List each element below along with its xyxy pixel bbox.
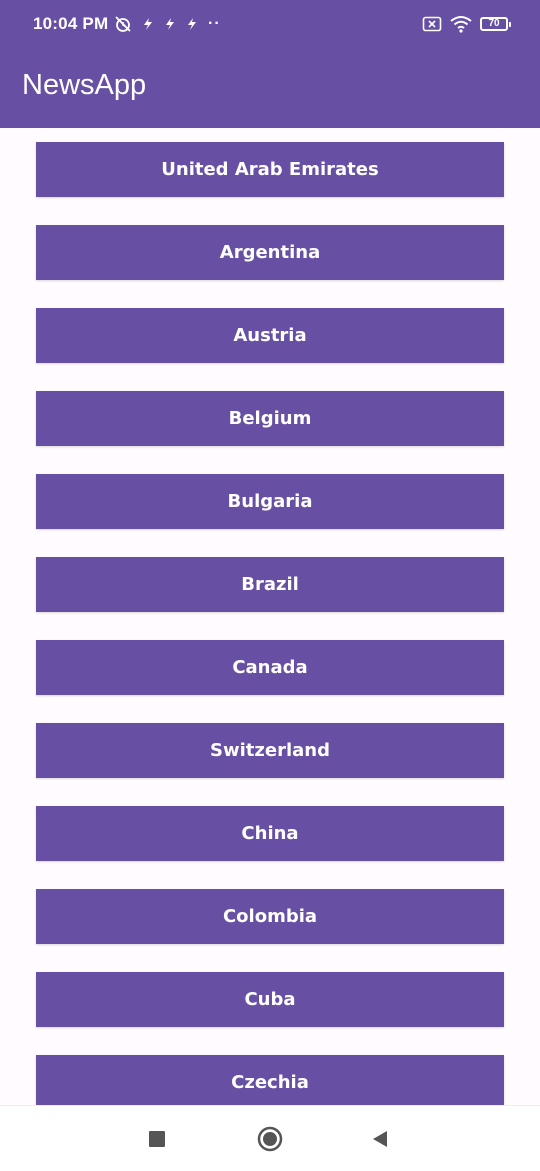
status-time: 10:04 PM xyxy=(33,14,109,33)
country-button-china[interactable]: China xyxy=(36,806,504,861)
flash-icon xyxy=(164,17,176,31)
country-button-colombia[interactable]: Colombia xyxy=(36,889,504,944)
more-dots-icon: ·· xyxy=(208,15,221,32)
app-bar: NewsApp xyxy=(0,50,540,128)
back-icon[interactable] xyxy=(365,1124,395,1154)
country-list[interactable]: United Arab Emirates Argentina Austria B… xyxy=(0,128,540,1105)
country-button-austria[interactable]: Austria xyxy=(36,308,504,363)
status-bar: 10:04 PM ·· 70 xyxy=(0,0,540,50)
wifi-icon xyxy=(450,15,472,33)
status-icons-right: 70 xyxy=(422,13,511,35)
sim-off-icon xyxy=(422,16,442,32)
battery-icon: 70 xyxy=(480,17,511,31)
navigation-bar xyxy=(0,1105,540,1171)
country-button-cuba[interactable]: Cuba xyxy=(36,972,504,1027)
country-button-united-arab-emirates[interactable]: United Arab Emirates xyxy=(36,142,504,197)
recents-icon[interactable] xyxy=(142,1124,172,1154)
country-button-bulgaria[interactable]: Bulgaria xyxy=(36,474,504,529)
flash-icon xyxy=(186,17,198,31)
flash-icon xyxy=(142,17,154,31)
country-button-brazil[interactable]: Brazil xyxy=(36,557,504,612)
app-title: NewsApp xyxy=(22,69,147,101)
home-icon[interactable] xyxy=(255,1124,285,1154)
country-button-argentina[interactable]: Argentina xyxy=(36,225,504,280)
status-icons-left: ·· xyxy=(114,13,221,35)
country-button-switzerland[interactable]: Switzerland xyxy=(36,723,504,778)
country-button-canada[interactable]: Canada xyxy=(36,640,504,695)
country-button-belgium[interactable]: Belgium xyxy=(36,391,504,446)
country-button-czechia[interactable]: Czechia xyxy=(36,1055,504,1105)
alarm-off-icon xyxy=(114,15,132,33)
